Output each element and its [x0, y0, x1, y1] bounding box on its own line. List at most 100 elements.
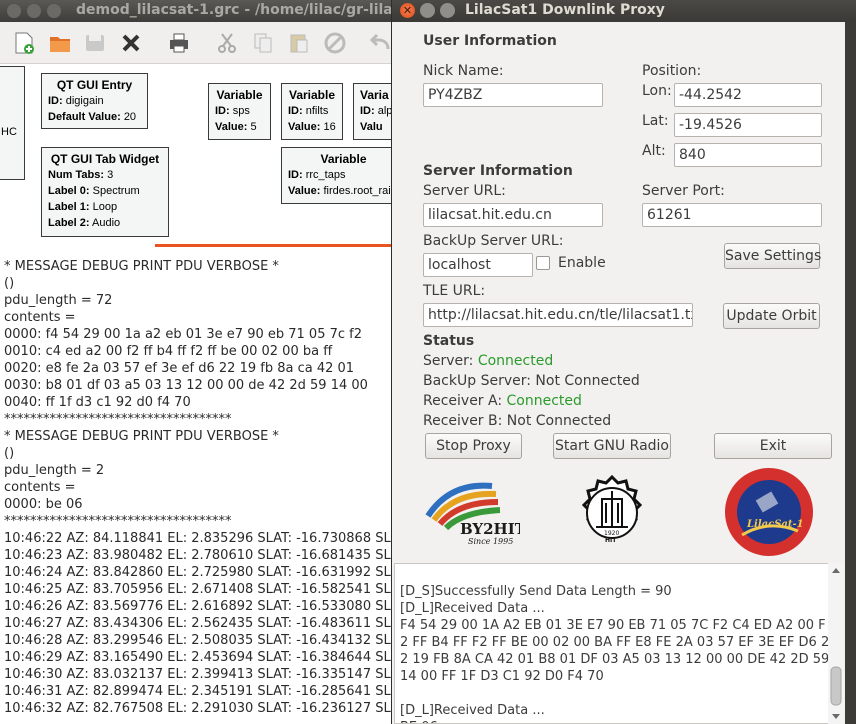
grc-minimize-button[interactable] [27, 4, 41, 18]
block-param-value: 5 [250, 121, 257, 133]
block-param-value: 16 [323, 121, 336, 133]
block-param-key: Default Value: [48, 111, 121, 123]
receiver-a-label: Receiver A: [423, 393, 503, 409]
alt-label: Alt: [642, 143, 666, 159]
block-param-key: Valu [360, 121, 383, 133]
nick-name-input[interactable]: PY4ZBZ [423, 83, 603, 107]
block-param-key: Label 0: [48, 185, 90, 197]
alt-input[interactable]: 840 [674, 143, 822, 167]
desktop-edge [845, 22, 856, 724]
receiver-a-value: Connected [506, 393, 582, 409]
block-param-key: ID: [48, 95, 63, 107]
log-output[interactable]: [D_S]Successfully Send Data Length = 90 … [394, 563, 844, 724]
disable-icon[interactable] [323, 31, 347, 55]
save-icon[interactable] [83, 31, 107, 55]
block-param-key: ID: [288, 169, 303, 181]
cut-icon[interactable] [215, 31, 239, 55]
receiver-a-status: Receiver A: Connected [423, 393, 582, 409]
block-title: Varia [360, 88, 389, 102]
partial-block-text: HC [1, 126, 17, 138]
server-status-value: Connected [477, 353, 554, 369]
block-qt-gui-tab-widget[interactable]: QT GUI Tab Widget Num Tabs: 3 Label 0: S… [41, 147, 169, 237]
lon-input[interactable]: -44.2542 [674, 83, 822, 107]
enable-label: Enable [558, 255, 606, 271]
grc-window: demod_lilacsat-1.grc - /home/lilac/gr-li… [0, 0, 395, 724]
block-param-key: ID: [360, 105, 375, 117]
block-title: Variable [216, 88, 263, 102]
server-url-input[interactable]: lilacsat.hit.edu.cn [423, 203, 603, 227]
grc-maximize-button[interactable] [47, 4, 61, 18]
log-text: [D_S]Successfully Send Data Length = 90 … [400, 584, 830, 723]
lat-input[interactable]: -19.4526 [674, 113, 822, 137]
block-variable-alpha[interactable]: Varia ID: alp Valu [353, 83, 395, 140]
close-file-icon[interactable] [119, 31, 143, 55]
backup-url-input[interactable]: localhost [423, 253, 533, 277]
nick-name-label: Nick Name: [423, 63, 504, 79]
enable-backup-checkbox[interactable] [536, 256, 550, 270]
block-variable-sps[interactable]: Variable ID: sps Value: 5 [208, 83, 271, 140]
flowgraph-canvas[interactable]: HC QT GUI Entry ID: digigain Default Val… [0, 64, 395, 247]
server-status-label: Server: [423, 353, 474, 369]
proxy-window: ✕ LilacSat1 Downlink Proxy User Informat… [391, 0, 856, 724]
partial-block[interactable]: HC [0, 66, 25, 180]
receiver-b-status: Receiver B: Not Connected [423, 413, 612, 429]
console-output: * MESSAGE DEBUG PRINT PDU VERBOSE * () p… [0, 258, 395, 724]
lilacsat-logo-text: LilacSat-1 [746, 519, 804, 530]
status-header: Status [423, 333, 475, 349]
log-scrollbar[interactable] [828, 563, 844, 724]
block-param-value: digigain [65, 95, 104, 107]
by2hit-logo-since: Since 1995 [468, 537, 513, 546]
grc-window-title: demod_lilacsat-1.grc - /home/lilac/gr-li… [76, 2, 395, 18]
exit-button[interactable]: Exit [714, 433, 832, 459]
proxy-titlebar: ✕ LilacSat1 Downlink Proxy [392, 0, 856, 22]
block-param-key: Label 2: [48, 217, 90, 229]
by2hit-logo-text: BY2HIT [460, 520, 520, 538]
block-title: QT GUI Tab Widget [50, 152, 160, 166]
tle-url-input[interactable]: http://lilacsat.hit.edu.cn/tle/lilacsat1… [423, 303, 693, 327]
lon-label: Lon: [642, 83, 672, 99]
block-param-key: Value: [288, 185, 321, 197]
print-icon[interactable] [167, 31, 191, 55]
block-variable-nfilts[interactable]: Variable ID: nfilts Value: 16 [281, 83, 343, 140]
hit-emblem-logo: 1920 HIT [581, 474, 643, 544]
block-title: QT GUI Entry [56, 78, 133, 92]
open-folder-icon[interactable] [48, 31, 72, 55]
window-minimize-button[interactable] [420, 3, 435, 18]
canvas-scrollbar[interactable] [155, 244, 395, 247]
paste-icon[interactable] [287, 31, 311, 55]
proxy-window-title: LilacSat1 Downlink Proxy [465, 2, 665, 18]
block-param-value: Audio [92, 217, 121, 229]
lilacsat-logo: LilacSat-1 [725, 468, 813, 556]
stop-proxy-button[interactable]: Stop Proxy [425, 433, 522, 459]
window-close-button[interactable]: ✕ [400, 3, 415, 18]
hit-logo-text: HIT [605, 537, 617, 544]
undo-icon[interactable] [368, 31, 392, 55]
backup-server-status: BackUp Server: Not Connected [423, 373, 640, 389]
new-file-icon[interactable] [12, 31, 36, 55]
block-variable-rrc-taps[interactable]: Variable ID: rrc_taps Value: firdes.root… [281, 147, 395, 204]
grc-close-button[interactable] [7, 4, 21, 18]
server-port-input[interactable]: 61261 [642, 203, 822, 227]
server-info-header: Server Information [423, 163, 573, 179]
block-param-key: ID: [288, 105, 303, 117]
update-orbit-button[interactable]: Update Orbit [723, 303, 820, 329]
grc-titlebar: demod_lilacsat-1.grc - /home/lilac/gr-li… [0, 0, 395, 22]
block-qt-gui-entry[interactable]: QT GUI Entry ID: digigain Default Value:… [41, 73, 148, 129]
block-param-key: ID: [215, 105, 230, 117]
copy-icon[interactable] [251, 31, 275, 55]
block-param-key: Label 1: [48, 201, 90, 213]
user-info-header: User Information [423, 33, 557, 49]
block-param-value: nfilts [305, 105, 329, 117]
block-param-value: 3 [107, 169, 114, 181]
server-url-label: Server URL: [423, 183, 506, 199]
block-title: Variable [288, 88, 336, 102]
block-param-value: Spectrum [92, 185, 140, 197]
window-maximize-button[interactable] [440, 3, 455, 18]
block-param-value: firdes.root_rai [323, 185, 391, 197]
block-param-key: Value: [215, 121, 248, 133]
block-param-value: sps [232, 105, 250, 117]
lat-label: Lat: [642, 113, 669, 129]
position-label: Position: [642, 63, 702, 79]
start-gnu-radio-button[interactable]: Start GNU Radio [553, 433, 671, 459]
save-settings-button[interactable]: Save Settings [724, 243, 821, 269]
